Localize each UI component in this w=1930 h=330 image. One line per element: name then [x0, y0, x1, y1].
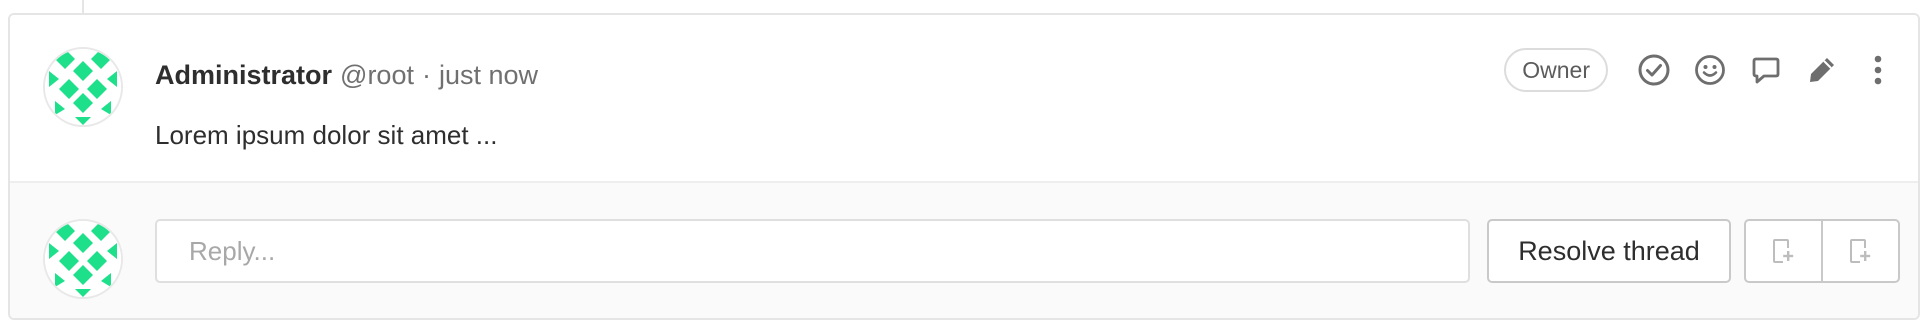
identicon-icon [45, 221, 121, 297]
edit-button[interactable] [1804, 52, 1840, 88]
note-actions: Owner [1504, 48, 1896, 92]
author-username[interactable]: @root [340, 60, 414, 91]
resolve-thread-button[interactable]: Resolve thread [1487, 219, 1731, 283]
note-header: Administrator @root · just now [155, 55, 538, 95]
create-issue-icon [1772, 239, 1793, 263]
note-timestamp[interactable]: just now [439, 60, 538, 91]
create-issue-button[interactable] [1821, 221, 1898, 281]
timeline-line [82, 0, 84, 13]
discussion-thread: Administrator @root · just now Lorem ips… [8, 13, 1920, 320]
more-actions-icon [1874, 55, 1882, 85]
resolve-thread-button[interactable] [1636, 52, 1672, 88]
create-issue-icon [1849, 239, 1870, 263]
add-reaction-button[interactable] [1692, 52, 1728, 88]
note: Administrator @root · just now Lorem ips… [10, 15, 1918, 181]
author-name[interactable]: Administrator [155, 60, 332, 91]
avatar[interactable] [43, 219, 123, 299]
role-badge: Owner [1504, 48, 1608, 92]
more-actions-button[interactable] [1860, 52, 1896, 88]
emoji-icon [1695, 55, 1725, 85]
resolve-thread-icon [1638, 54, 1670, 86]
avatar[interactable] [43, 47, 123, 127]
reply-icon [1752, 57, 1780, 84]
separator: · [421, 59, 431, 90]
edit-icon [1810, 58, 1834, 82]
reply-input[interactable] [155, 219, 1470, 283]
reply-button[interactable] [1748, 52, 1784, 88]
identicon-icon [45, 49, 121, 125]
note-body: Lorem ipsum dolor sit amet ... [155, 120, 498, 150]
issue-button-group [1744, 219, 1900, 283]
reply-area: Resolve thread [10, 181, 1918, 318]
create-issue-button[interactable] [1746, 221, 1821, 281]
